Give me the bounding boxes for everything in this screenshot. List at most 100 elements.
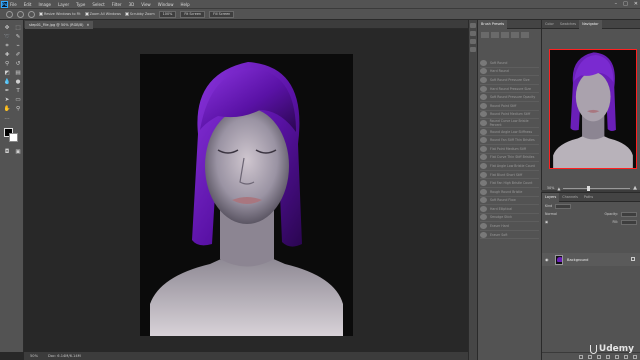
- list-item[interactable]: Hard Round Pressure Size: [480, 85, 539, 94]
- layer-name[interactable]: Background: [567, 258, 588, 262]
- navigator-zoom-slider[interactable]: [563, 185, 631, 191]
- menu-type[interactable]: Type: [76, 2, 85, 7]
- zoom-out-icon[interactable]: ▲: [557, 186, 560, 191]
- lasso-tool-icon[interactable]: ➰: [2, 33, 12, 41]
- zoom-out-icon[interactable]: [28, 10, 35, 18]
- list-item[interactable]: Flat Curve Thin Stiff Bristles: [480, 154, 539, 163]
- list-item[interactable]: Round Fan Stiff Thin Bristles: [480, 136, 539, 145]
- new-layer-icon[interactable]: [624, 354, 628, 359]
- fx-icon[interactable]: [588, 354, 592, 359]
- document-canvas[interactable]: [140, 54, 353, 336]
- eyedropper-tool-icon[interactable]: ⌁: [13, 42, 23, 50]
- add-mask-icon[interactable]: [597, 354, 601, 359]
- link-layers-icon[interactable]: [579, 354, 583, 359]
- trash-icon[interactable]: [633, 354, 637, 359]
- checkbox-icon[interactable]: [124, 12, 129, 16]
- fit-screen-button[interactable]: Fit Screen: [180, 10, 206, 18]
- close-icon[interactable]: ✕: [86, 23, 89, 27]
- navigator-view-box[interactable]: [549, 49, 637, 169]
- blend-mode-select[interactable]: Normal: [545, 212, 557, 216]
- list-item[interactable]: Flat Point Medium Stiff: [480, 145, 539, 154]
- properties-panel-icon[interactable]: [470, 31, 476, 36]
- list-item[interactable]: Flat Fan High Bristle Count: [480, 179, 539, 188]
- layer-row-background[interactable]: ◉ Background: [542, 253, 640, 266]
- marquee-tool-icon[interactable]: ⬚: [13, 24, 23, 32]
- new-group-icon[interactable]: [615, 354, 619, 359]
- list-item[interactable]: Hard Round: [480, 68, 539, 77]
- shape-tool-icon[interactable]: ▭: [13, 96, 23, 104]
- clone-stamp-tool-icon[interactable]: ⚲: [2, 60, 12, 68]
- crop-tool-icon[interactable]: ⌗: [2, 42, 12, 50]
- close-icon[interactable]: ✕: [634, 1, 638, 7]
- zoom-all-windows-checkbox[interactable]: Zoom All Windows: [84, 12, 121, 16]
- maximize-icon[interactable]: □: [623, 1, 628, 7]
- tab-brush-presets[interactable]: Brush Presets: [478, 19, 508, 29]
- zoom-level[interactable]: 50%: [30, 354, 38, 358]
- zoom-tool-icon[interactable]: ⚲: [13, 105, 23, 113]
- tab-paths[interactable]: Paths: [581, 193, 596, 202]
- fill-field[interactable]: [621, 219, 637, 225]
- gradient-tool-icon[interactable]: ▤: [13, 69, 23, 77]
- list-item[interactable]: Soft Round Pressure Size: [480, 76, 539, 85]
- type-tool-icon[interactable]: T: [13, 87, 23, 95]
- tab-navigator[interactable]: Navigator: [579, 19, 602, 29]
- document-tab[interactable]: step01_File.jpg @ 50% (RGB/8) ✕: [25, 21, 94, 29]
- color-swatches[interactable]: [4, 128, 20, 142]
- healing-brush-tool-icon[interactable]: ✚: [2, 51, 12, 59]
- checkbox-icon[interactable]: [84, 12, 89, 16]
- canvas-area[interactable]: [24, 29, 468, 352]
- list-item[interactable]: Round Curve Low Bristle Percent: [480, 119, 539, 128]
- menu-layer[interactable]: Layer: [58, 2, 69, 7]
- menu-filter[interactable]: Filter: [112, 2, 122, 7]
- adjustments-panel-icon[interactable]: [470, 39, 476, 44]
- list-item[interactable]: Round Point Stiff: [480, 102, 539, 111]
- background-color-swatch[interactable]: [9, 133, 18, 142]
- menu-edit[interactable]: Edit: [24, 2, 32, 7]
- menu-image[interactable]: Image: [38, 2, 51, 7]
- list-item[interactable]: Rough Round Bristle: [480, 188, 539, 197]
- fill-screen-button[interactable]: Fill Screen: [209, 10, 235, 18]
- list-item[interactable]: Flat Angle Low Bristle Count: [480, 162, 539, 171]
- menu-select[interactable]: Select: [92, 2, 104, 7]
- tab-swatches[interactable]: Swatches: [557, 20, 579, 29]
- kind-filter-dropdown[interactable]: [555, 203, 572, 209]
- history-brush-tool-icon[interactable]: ↺: [13, 60, 23, 68]
- list-item[interactable]: Soft Round Pressure Opacity: [480, 93, 539, 102]
- list-item[interactable]: Soft Round: [480, 59, 539, 68]
- pen-tool-icon[interactable]: ✒: [2, 87, 12, 95]
- list-item[interactable]: Eraser Soft: [480, 231, 539, 240]
- zoom-slider-handle[interactable]: [587, 185, 591, 191]
- character-panel-icon[interactable]: [470, 47, 476, 52]
- opacity-field[interactable]: [621, 211, 637, 217]
- zoom-in-icon[interactable]: ▲: [633, 185, 637, 191]
- menu-view[interactable]: View: [141, 2, 151, 7]
- more-tools-icon[interactable]: …: [2, 114, 12, 122]
- list-item[interactable]: Flat Blunt Short Stiff: [480, 171, 539, 180]
- hand-tool-icon[interactable]: ✋: [2, 105, 12, 113]
- zoom-tool-icon[interactable]: [6, 10, 13, 18]
- resize-windows-checkbox[interactable]: Resize Windows to Fit: [39, 12, 81, 16]
- list-item[interactable]: Soft Round Flow: [480, 197, 539, 206]
- tab-channels[interactable]: Channels: [559, 193, 581, 202]
- lock-icon[interactable]: ▣: [545, 220, 548, 224]
- tab-color[interactable]: Color: [542, 20, 557, 29]
- history-panel-icon[interactable]: [470, 23, 476, 28]
- list-item[interactable]: Eraser Hard: [480, 222, 539, 231]
- eye-icon[interactable]: ◉: [545, 257, 551, 262]
- kind-label[interactable]: Kind: [545, 204, 552, 208]
- brush-size-control[interactable]: [481, 32, 489, 38]
- navigator-zoom-value[interactable]: 50%: [547, 186, 554, 190]
- menu-window[interactable]: Window: [158, 2, 174, 7]
- list-item[interactable]: Round Point Medium Stiff: [480, 111, 539, 120]
- brush-tool-icon[interactable]: ✐: [13, 51, 23, 59]
- blur-tool-icon[interactable]: 💧: [2, 78, 12, 86]
- scrubby-zoom-checkbox[interactable]: Scrubby Zoom: [124, 12, 155, 16]
- tab-layers[interactable]: Layers: [542, 192, 560, 202]
- dodge-tool-icon[interactable]: ●: [13, 78, 23, 86]
- quick-mask-icon[interactable]: ◘: [2, 148, 12, 156]
- minimize-icon[interactable]: –: [615, 1, 618, 7]
- move-tool-icon[interactable]: ✥: [2, 24, 12, 32]
- eraser-tool-icon[interactable]: ◩: [2, 69, 12, 77]
- checkbox-icon[interactable]: [39, 12, 43, 16]
- zoom-in-icon[interactable]: [17, 10, 24, 18]
